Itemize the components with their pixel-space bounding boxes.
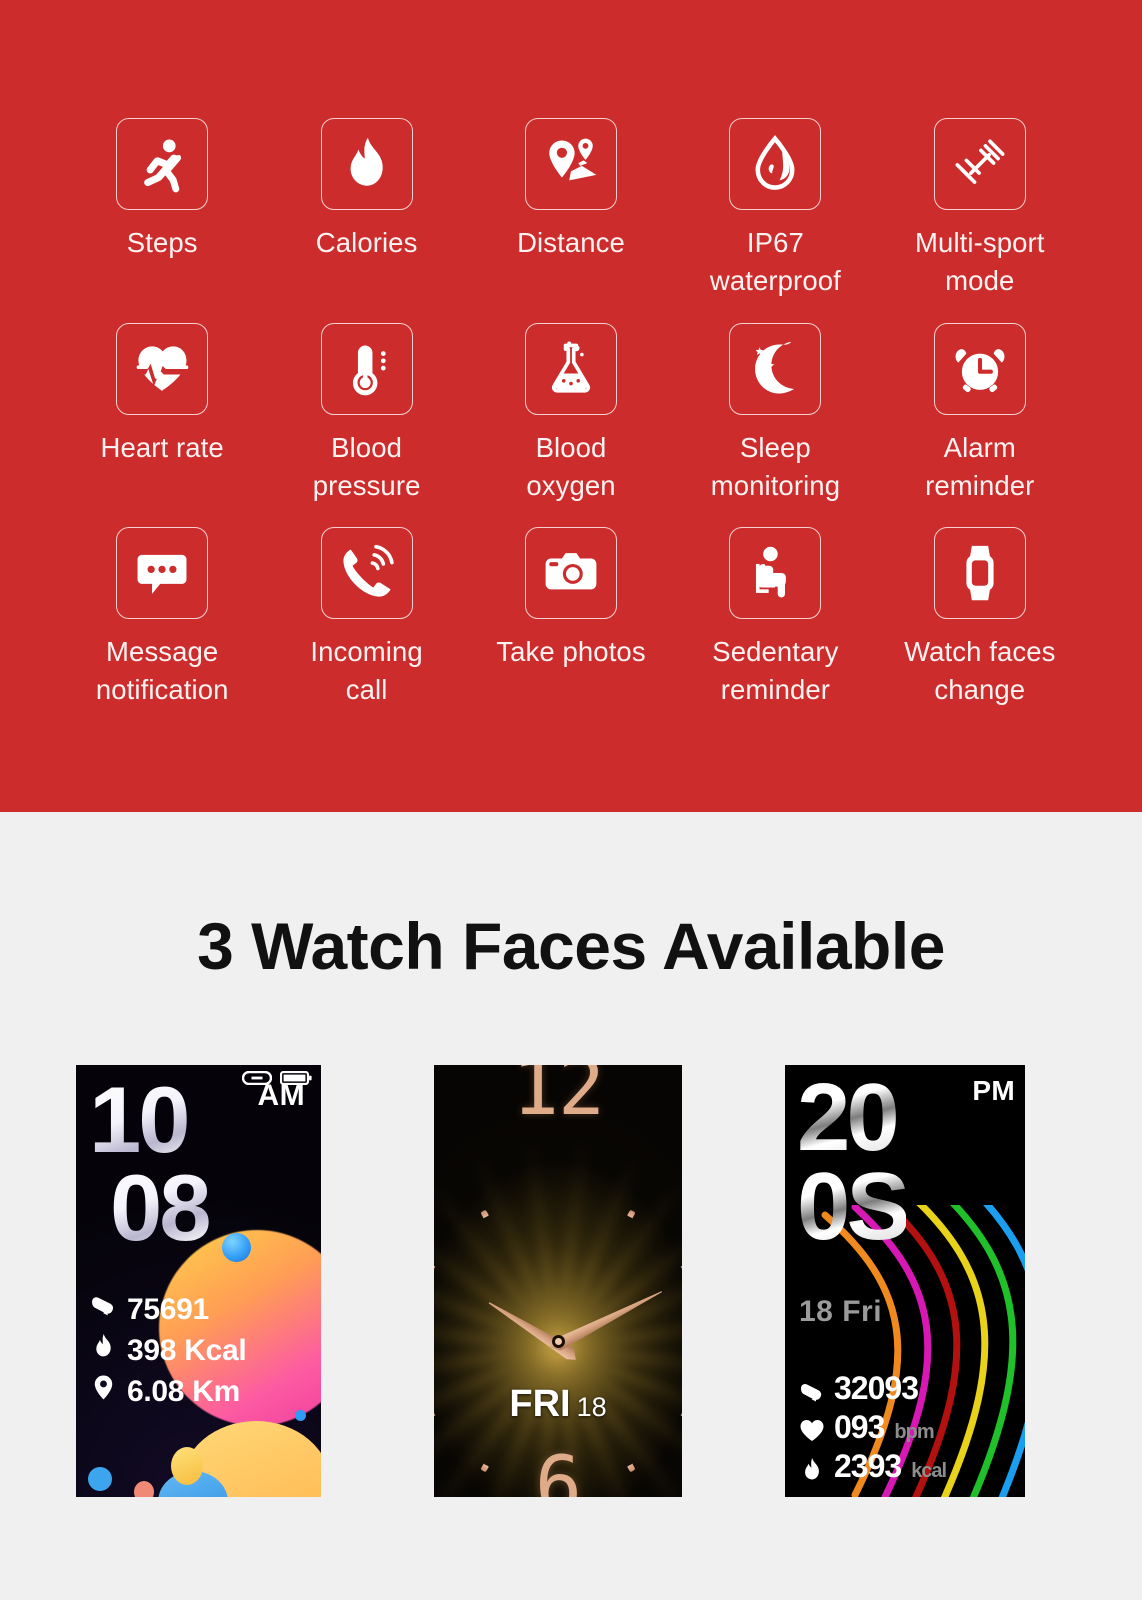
heart-icon	[799, 1415, 825, 1441]
feature-label: Blood oxygen	[526, 431, 616, 501]
water-drop-icon	[729, 118, 822, 210]
running-person-icon	[116, 118, 209, 210]
flame-icon	[799, 1454, 825, 1480]
face1-calories-value: 398 Kcal	[127, 1333, 247, 1367]
page-title: 3 Watch Faces Available	[197, 909, 945, 983]
face1-bottom-dot-a	[88, 1467, 112, 1491]
camera-icon	[524, 527, 617, 620]
footprint-icon	[90, 1292, 117, 1327]
face1-distance-row: 6.08 Km	[90, 1374, 310, 1409]
face1-minutes: 08	[85, 1161, 321, 1255]
feature-label: Distance	[517, 227, 625, 258]
face2-hour-tick	[615, 1443, 636, 1473]
face1-meridiem: AM	[257, 1079, 305, 1112]
face2-day: 18	[576, 1391, 607, 1422]
face1-steps-row: 75691	[90, 1292, 310, 1327]
feature-label: Sedentary reminder	[712, 636, 839, 706]
flame-icon	[320, 118, 413, 210]
chat-bubble-icon	[116, 527, 209, 620]
feature-label: Message notification	[95, 636, 229, 706]
face3-calories-value: 2393	[834, 1448, 902, 1484]
feature-label: Take photos	[496, 636, 646, 668]
feature-item-sleep-monitoring: Sleep monitoring	[673, 322, 877, 528]
feature-grid: Steps Calories Distance IP67 waterproof Mult…	[0, 0, 1142, 812]
face2-center-pin	[551, 1334, 565, 1348]
watch-faces-section: 3 Watch Faces Available 10 08 AM 75691 3…	[0, 812, 1142, 1600]
face3-calories-unit: kcal	[911, 1460, 947, 1482]
face2-hour-tick	[660, 1263, 682, 1285]
heart-pulse-icon	[116, 322, 209, 415]
thermometer-icon	[320, 322, 413, 415]
feature-label: Blood pressure	[312, 431, 421, 501]
feature-label: Multi-sport mode	[915, 227, 1045, 296]
feature-item-blood-pressure: Blood pressure	[264, 322, 468, 528]
feature-item-message-notification: Message notification	[60, 527, 264, 732]
face1-calories-row: 398 Kcal	[90, 1333, 310, 1368]
feature-item-multi-sport-mode: Multi-sport mode	[878, 118, 1082, 323]
flask-icon	[524, 322, 617, 415]
face3-heartrate-row: 093 bpm	[799, 1409, 946, 1446]
feature-item-heart-rate: Heart rate	[60, 322, 264, 528]
face1-bottom-yellow-blob	[171, 1447, 203, 1485]
face1-stats: 75691 398 Kcal 6.08 Km	[90, 1292, 310, 1415]
feature-label: Sleep monitoring	[710, 431, 841, 501]
feature-label: Calories	[315, 227, 418, 258]
face3-meridiem: PM	[972, 1075, 1015, 1106]
face3-heartrate-value: 093	[834, 1409, 885, 1445]
face1-steps-value: 75691	[127, 1292, 209, 1326]
footprint-icon	[799, 1376, 825, 1402]
feature-item-incoming-call: Incoming call	[264, 527, 468, 732]
feature-item-calories: Calories	[264, 118, 468, 323]
face2-hour-tick	[480, 1443, 501, 1473]
feature-item-watch-faces-change: Watch faces change	[878, 527, 1082, 732]
face1-bottom-dot-b	[134, 1481, 154, 1497]
face3-date: 18 Fri	[799, 1295, 883, 1328]
face3-heartrate-unit: bpm	[894, 1421, 934, 1443]
moon-star-icon	[729, 322, 822, 415]
smartwatch-icon	[933, 527, 1026, 620]
watch-face-preview-1[interactable]: 10 08 AM 75691 398 Kcal 6.08 Km	[76, 1065, 321, 1497]
face3-stats: 32093 093 bpm 2393 kcal	[799, 1370, 947, 1487]
map-pins-icon	[524, 118, 617, 210]
face2-numeral-6: 6	[535, 1441, 582, 1497]
feature-label: Alarm reminder	[925, 431, 1035, 501]
face2-hour-tick	[678, 1338, 682, 1345]
face3-minutes: 0S	[797, 1152, 910, 1260]
feature-label: Watch faces change	[904, 636, 1056, 706]
feature-label: IP67 waterproof	[709, 227, 841, 296]
seated-person-icon	[729, 527, 822, 620]
face3-steps-row: 32093	[799, 1370, 946, 1407]
feature-panel: Steps Calories Distance IP67 waterproof Mult…	[0, 0, 1142, 812]
feature-item-take-photos: Take photos	[469, 527, 673, 732]
location-pin-icon	[90, 1374, 117, 1409]
face3-calories-row: 2393 kcal	[799, 1448, 947, 1485]
face2-numeral-12: 12	[512, 1065, 605, 1133]
face3-time: 20 0S	[797, 1070, 910, 1260]
alarm-clock-icon	[933, 322, 1026, 415]
face1-distance-value: 6.08 Km	[127, 1374, 240, 1408]
feature-item-alarm-reminder: Alarm reminder	[878, 322, 1082, 528]
face2-hour-tick	[480, 1210, 501, 1240]
watch-face-preview-3[interactable]: 20 0S PM 18 Fri 32093 093 bpm 2393 kcal	[785, 1065, 1025, 1497]
feature-label: Steps	[126, 227, 198, 258]
feature-item-sedentary-reminder: Sedentary reminder	[673, 527, 877, 732]
feature-item-blood-oxygen: Blood oxygen	[469, 322, 673, 528]
face2-hour-tick	[434, 1338, 438, 1345]
face3-hours: 20	[797, 1070, 906, 1165]
feature-item-distance: Distance	[469, 118, 673, 323]
feature-item-steps: Steps	[60, 118, 264, 323]
feature-item-ip67-waterproof: IP67 waterproof	[673, 118, 877, 323]
face2-weekday: FRI	[509, 1382, 571, 1425]
face2-date: FRI 18	[434, 1383, 682, 1426]
face2-hour-tick	[615, 1210, 636, 1240]
feature-label: Heart rate	[100, 431, 224, 463]
face2-hour-tick	[434, 1263, 456, 1285]
watch-faces-row: 10 08 AM 75691 398 Kcal 6.08 Km 12 6 FRI…	[0, 1065, 1142, 1500]
feature-label: Incoming call	[310, 636, 423, 706]
face3-steps-value: 32093	[834, 1370, 919, 1406]
flame-icon	[90, 1333, 117, 1368]
dumbbell-icon	[933, 118, 1026, 210]
watch-face-preview-2[interactable]: 12 6 FRI 18	[434, 1065, 682, 1497]
ringing-phone-icon	[320, 527, 413, 620]
